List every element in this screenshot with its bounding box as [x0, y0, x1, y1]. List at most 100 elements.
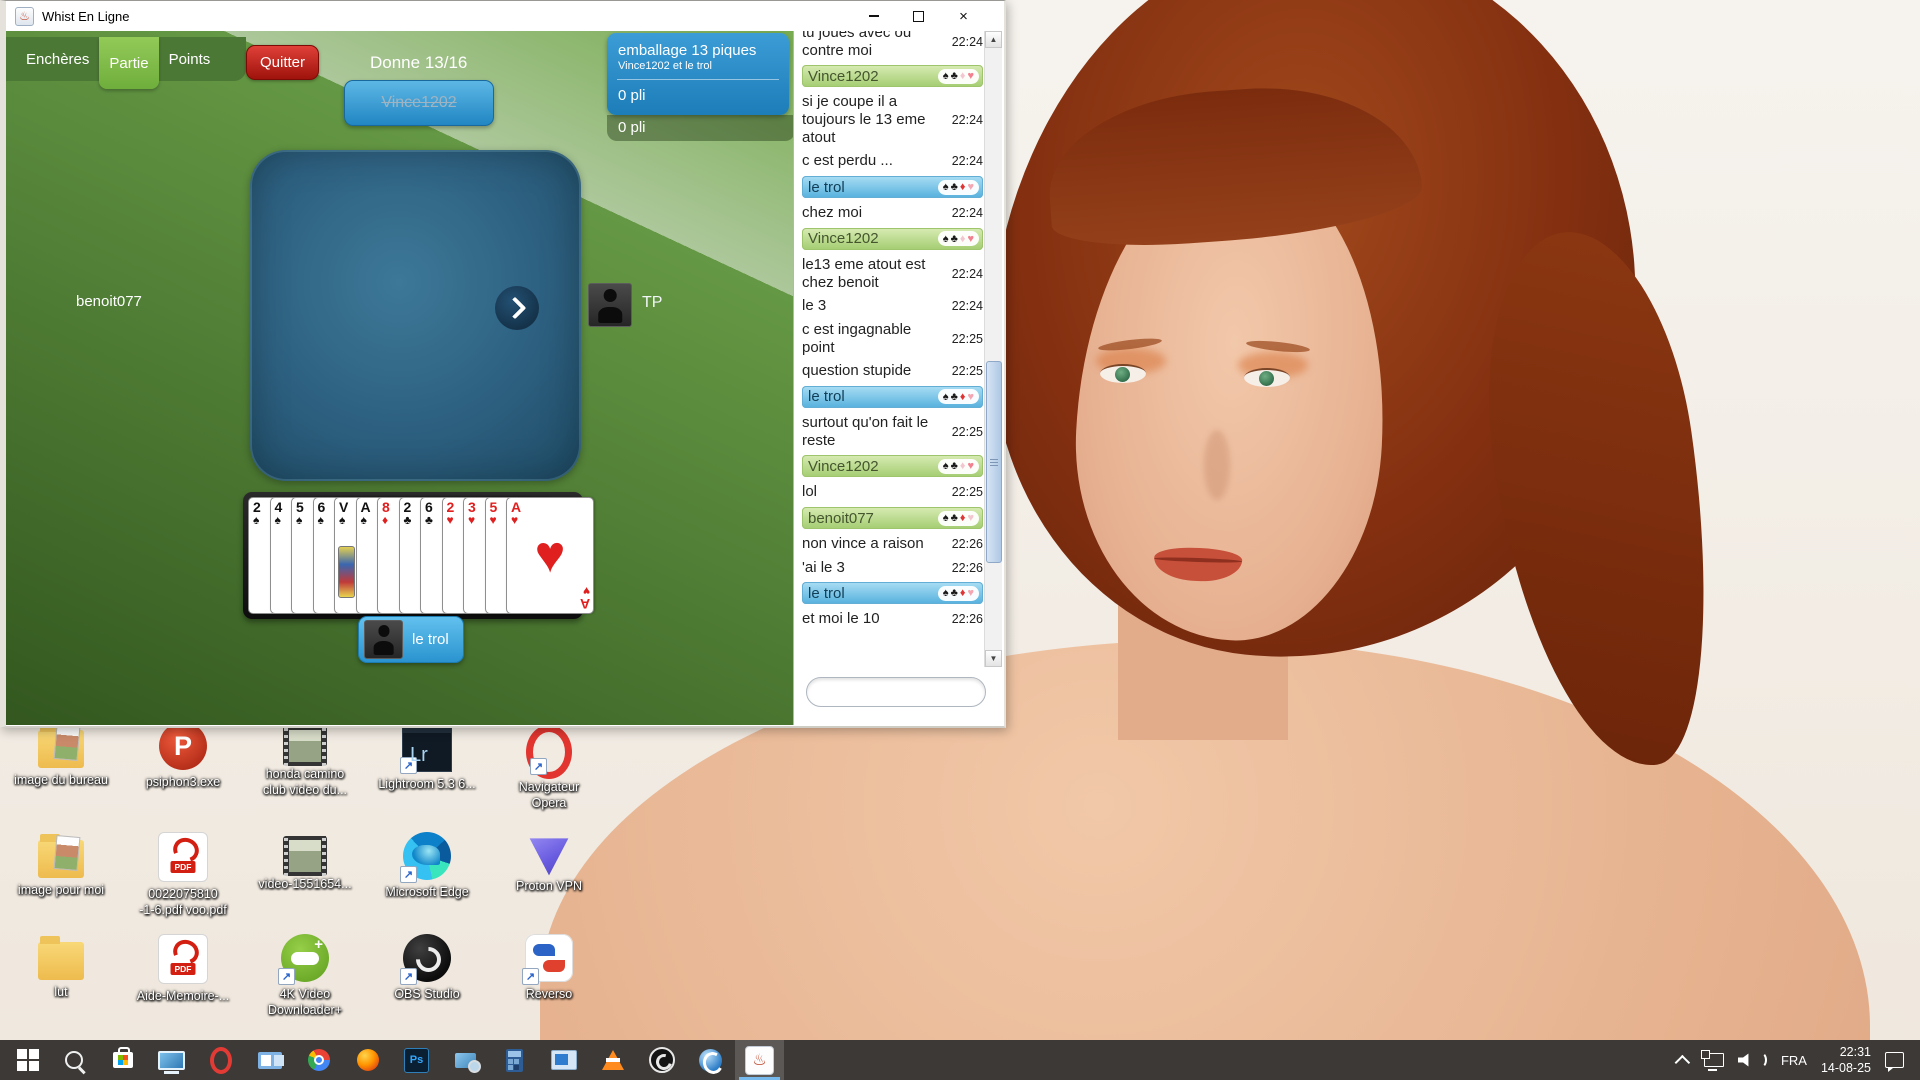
desktop-icon-label: video-1551654...	[258, 876, 351, 892]
chat-message: si je coupe il a toujours le 13 eme atou…	[802, 90, 983, 149]
chat-sender-header: benoit077 ♠♣♦♥	[802, 507, 983, 529]
suit-indicator-pill: ♠♣♦♥	[938, 511, 979, 526]
taskbar-item-vlc[interactable]	[588, 1040, 637, 1080]
desktop-icon-psiphon3-exe[interactable]: psiphon3.exe	[122, 722, 244, 812]
desktop-icon-proton-vpn[interactable]: ↗Proton VPN	[488, 832, 610, 919]
snip-icon	[455, 1053, 476, 1068]
scrollbar-thumb[interactable]	[986, 361, 1002, 563]
desktop-icon-label: 4K VideoDownloader+	[268, 986, 342, 1019]
suit-indicator-pill: ♠♣♦♥	[938, 180, 979, 195]
desktop-icon-navigateur[interactable]: ↗NavigateurOpera	[488, 722, 610, 812]
suit-icon: ♣	[951, 512, 958, 524]
desktop-icon-aide-memoire-[interactable]: Aide-Memoire-...	[122, 934, 244, 1019]
chat-sender-header: le trol♠♣♦♥	[802, 176, 983, 198]
chat-sender-name: le trol	[808, 388, 845, 405]
taskbar-item-start[interactable]	[0, 1040, 49, 1080]
suit-icon: ♣	[951, 181, 958, 193]
desktop-icon-lut[interactable]: lut	[0, 934, 122, 1019]
language-indicator[interactable]: FRA	[1781, 1053, 1807, 1068]
hand-card-A♥[interactable]: A♥♥A♥	[506, 497, 594, 614]
desktop-icon-4k-video[interactable]: ↗4K VideoDownloader+	[244, 934, 366, 1019]
desktop-icon-microsoft-edge[interactable]: ↗Microsoft Edge	[366, 832, 488, 919]
taskbar-item-java[interactable]: ♨	[735, 1040, 784, 1080]
quit-button[interactable]: Quitter	[246, 45, 319, 80]
card-rank: A	[511, 500, 593, 514]
taskbar-item-window[interactable]	[539, 1040, 588, 1080]
chat-message-time: 22:24	[941, 299, 983, 313]
shortcut-arrow-icon: ↗	[278, 968, 295, 985]
tab-partie[interactable]: Partie	[99, 37, 158, 89]
whist-game-window: ♨ Whist En Ligne × Enchères Partie Point…	[0, 0, 1006, 728]
tab-points[interactable]: Points	[159, 37, 221, 81]
notification-center-icon[interactable]	[1885, 1052, 1904, 1068]
desktop-icon-image-pour-moi[interactable]: image pour moi	[0, 832, 122, 919]
chat-message: chez moi22:24	[802, 201, 983, 225]
network-icon[interactable]	[1704, 1053, 1724, 1067]
chat-message-time: 22:26	[941, 537, 983, 551]
chat-message: 'ai le 322:26	[802, 556, 983, 580]
window-titlebar[interactable]: ♨ Whist En Ligne ×	[6, 1, 1004, 31]
taskbar-item-glary[interactable]	[686, 1040, 735, 1080]
desktop-icon-obs-studio[interactable]: ↗OBS Studio	[366, 934, 488, 1019]
taskbar-item-store[interactable]	[98, 1040, 147, 1080]
java-app-icon: ♨	[15, 7, 34, 26]
scroll-up-button[interactable]: ▲	[985, 31, 1002, 48]
firefox-icon	[357, 1049, 379, 1071]
bid-panel: emballage 13 piques Vince1202 et le trol…	[607, 33, 789, 115]
desktop-icon-lightroom-5-3-6-[interactable]: ↗Lightroom 5.3 6...	[366, 722, 488, 812]
taskbar-item-opera[interactable]	[196, 1040, 245, 1080]
desktop-icon-label: image du bureau	[14, 772, 108, 788]
chat-message-list[interactable]: tu joues avec ou contre moi22:24Vince120…	[794, 31, 985, 667]
minimize-button[interactable]	[851, 1, 896, 31]
top-player-button[interactable]: Vince1202	[344, 80, 494, 126]
bottom-player-chip[interactable]: le trol	[358, 616, 464, 663]
taskbar-item-obs[interactable]	[637, 1040, 686, 1080]
scroll-down-button[interactable]: ▼	[985, 650, 1002, 667]
desktop-icon-0022075810[interactable]: 0022075810-1-6.pdf voo.pdf	[122, 832, 244, 919]
jack-figure-art	[338, 546, 355, 598]
next-arrow-button[interactable]	[495, 286, 539, 330]
suit-icon: ♥	[967, 587, 974, 599]
taskbar-item-pc[interactable]	[147, 1040, 196, 1080]
desktop-icon-honda-camino[interactable]: honda caminoclub video du...	[244, 722, 366, 812]
chat-message-time: 22:24	[941, 206, 983, 220]
suit-icon: ♦	[960, 70, 966, 82]
chat-message-text: tu joues avec ou contre moi	[802, 31, 941, 59]
chat-input[interactable]	[806, 677, 986, 707]
wallpaper-eye	[1244, 368, 1290, 387]
desktop-icon-image-du-bureau[interactable]: image du bureau	[0, 722, 122, 812]
suit-icon: ♦	[960, 391, 966, 403]
close-button[interactable]: ×	[941, 1, 986, 31]
desktop-icon-label: psiphon3.exe	[146, 774, 220, 790]
suit-icon: ♣	[951, 70, 958, 82]
clock[interactable]: 22:31 14-08-25	[1821, 1044, 1871, 1077]
desktop-icon-reverso[interactable]: ↗Reverso	[488, 934, 610, 1019]
chat-sender-header: Vince1202♠♣♦♥	[802, 455, 983, 477]
left-player-name: benoit077	[76, 293, 142, 310]
chat-scrollbar[interactable]: ▲ ▼	[984, 31, 1002, 667]
chat-sender-name: le trol	[808, 585, 845, 602]
taskbar-item-photoshop[interactable]: Ps	[392, 1040, 441, 1080]
window-title: Whist En Ligne	[42, 9, 129, 24]
volume-icon[interactable]	[1738, 1052, 1767, 1068]
taskbar-item-calculator[interactable]	[490, 1040, 539, 1080]
tab-encheres[interactable]: Enchères	[16, 37, 99, 81]
taskbar-item-snip[interactable]	[441, 1040, 490, 1080]
taskbar-item-firefox[interactable]	[343, 1040, 392, 1080]
pdf-icon	[158, 934, 208, 984]
chat-message-text: chez moi	[802, 204, 941, 222]
desktop-icon-video-1551654-[interactable]: video-1551654...	[244, 832, 366, 919]
maximize-button[interactable]	[896, 1, 941, 31]
system-tray: FRA 22:31 14-08-25	[1679, 1040, 1920, 1080]
taskbar-item-panel[interactable]	[245, 1040, 294, 1080]
chat-sender-name: benoit077	[808, 510, 874, 527]
chat-message-time: 22:24	[941, 35, 983, 49]
card-corner-flipped: A♥	[580, 585, 590, 611]
taskbar-item-chrome[interactable]	[294, 1040, 343, 1080]
chat-message-time: 22:24	[941, 154, 983, 168]
desktop-icon-label: image pour moi	[18, 882, 104, 898]
chat-message-time: 22:25	[941, 425, 983, 439]
chat-sender-header: Vince1202♠♣♦♥	[802, 228, 983, 250]
taskbar-item-search[interactable]	[49, 1040, 98, 1080]
tray-expand-icon[interactable]	[1675, 1054, 1691, 1070]
